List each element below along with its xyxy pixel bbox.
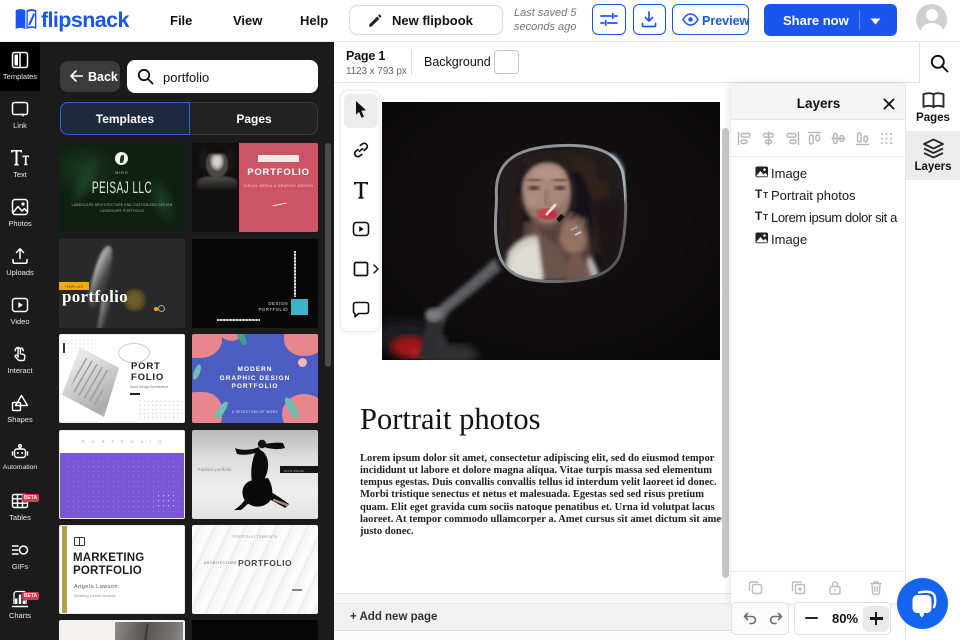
- svg-text:T: T: [763, 213, 768, 222]
- svg-text:T: T: [763, 191, 768, 200]
- svg-text:T: T: [755, 210, 763, 222]
- svg-text:flipsnack: flipsnack: [41, 8, 129, 32]
- svg-text:T: T: [755, 188, 763, 200]
